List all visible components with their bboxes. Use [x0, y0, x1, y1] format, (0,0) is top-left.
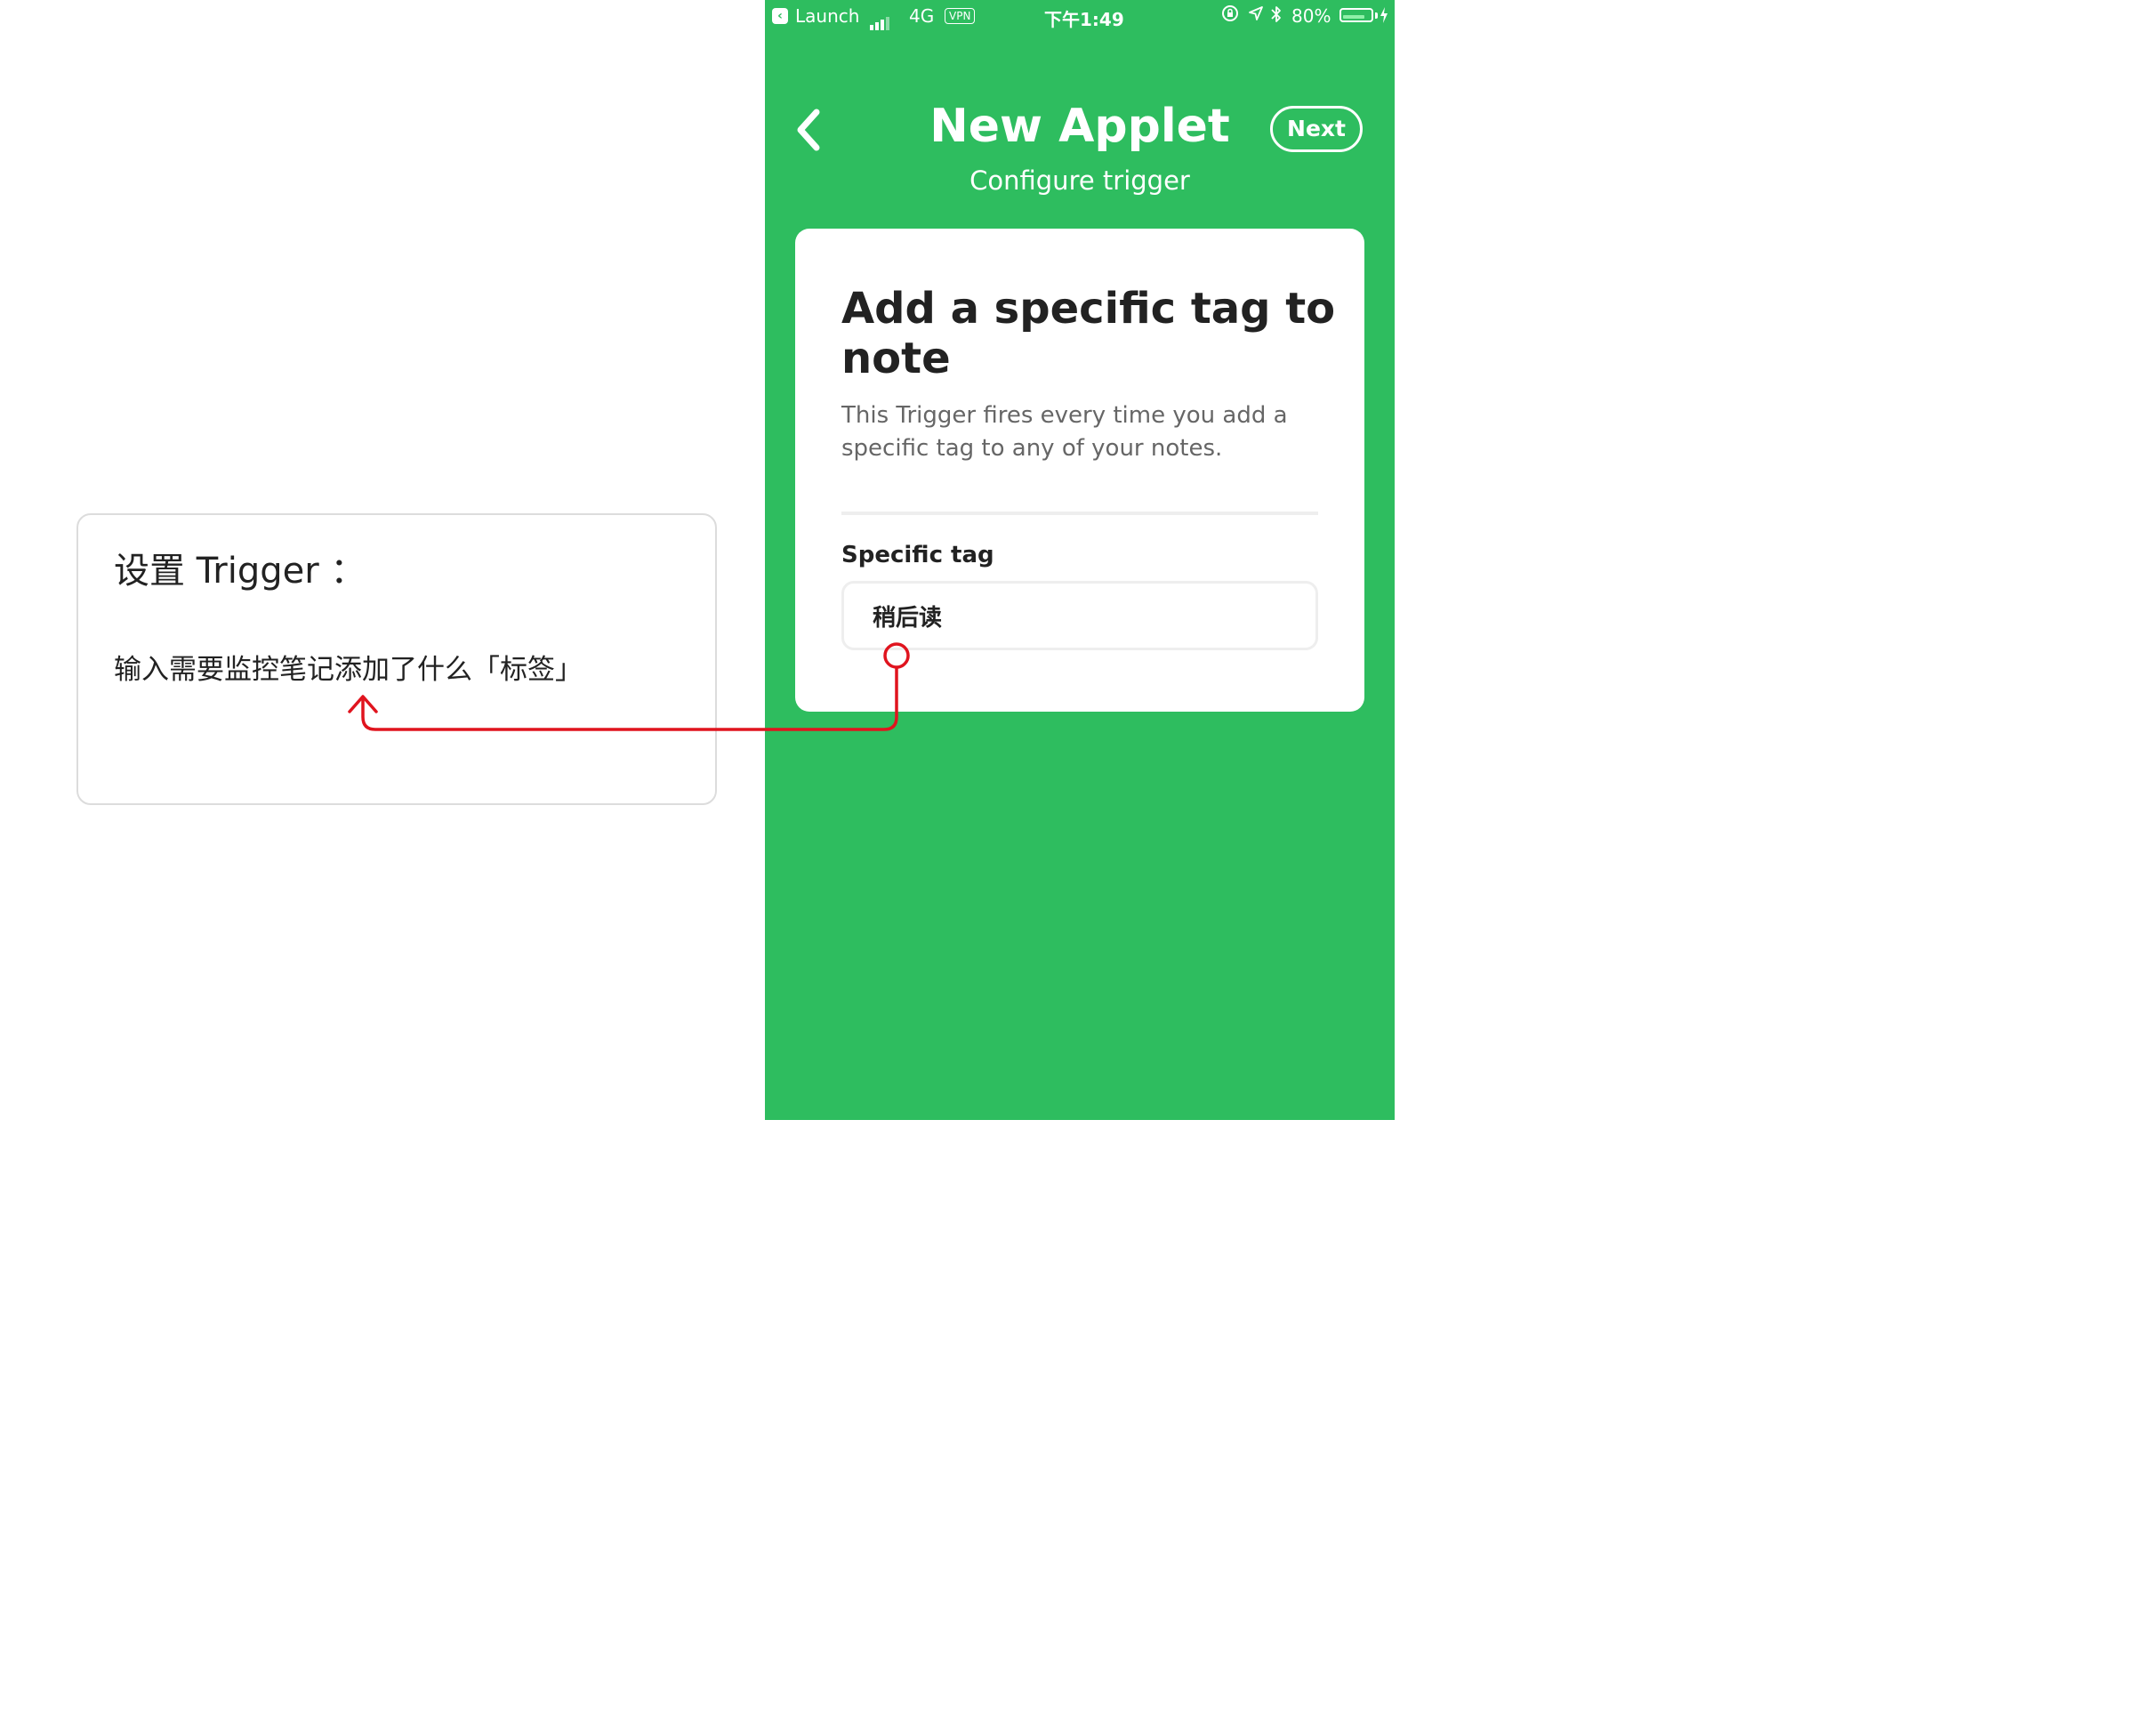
- battery-percent: 80%: [1291, 5, 1331, 27]
- battery-cap: [1375, 12, 1378, 19]
- launch-back-icon[interactable]: ‹: [772, 8, 788, 24]
- battery-icon: [1339, 8, 1373, 22]
- back-app-label[interactable]: Launch: [795, 5, 859, 27]
- location-icon: [1247, 4, 1265, 27]
- status-bar: ‹ Launch 4G VPN 下午1:49 80%: [765, 0, 1395, 34]
- trigger-description: This Trigger fires every time you add a …: [841, 402, 1288, 462]
- trigger-config-card: Add a specific tag to note This Trigger …: [795, 229, 1364, 712]
- next-button[interactable]: Next: [1270, 106, 1363, 152]
- bluetooth-icon: [1270, 4, 1283, 28]
- divider: [841, 512, 1318, 515]
- vpn-badge: VPN: [945, 8, 976, 24]
- annotation-title: 设置 Trigger ：: [114, 551, 366, 592]
- status-time: 下午1:49: [1044, 9, 1124, 30]
- orientation-lock-icon: [1220, 4, 1240, 28]
- annotation-text: 输入需要监控笔记添加了什么「标签」: [114, 654, 583, 686]
- specific-tag-label: Specific tag: [841, 542, 994, 568]
- annotation-card: 设置 Trigger ： 输入需要监控笔记添加了什么「标签」: [76, 513, 717, 805]
- charging-icon: [1379, 5, 1389, 29]
- page-subtitle: Configure trigger: [969, 165, 1190, 196]
- specific-tag-input[interactable]: [841, 581, 1318, 650]
- phone-screen: ‹ Launch 4G VPN 下午1:49 80% New Applet Co…: [765, 0, 1395, 1120]
- trigger-title: Add a specific tag to note: [841, 284, 1336, 383]
- network-label: 4G: [909, 5, 935, 27]
- signal-icon: [870, 9, 891, 30]
